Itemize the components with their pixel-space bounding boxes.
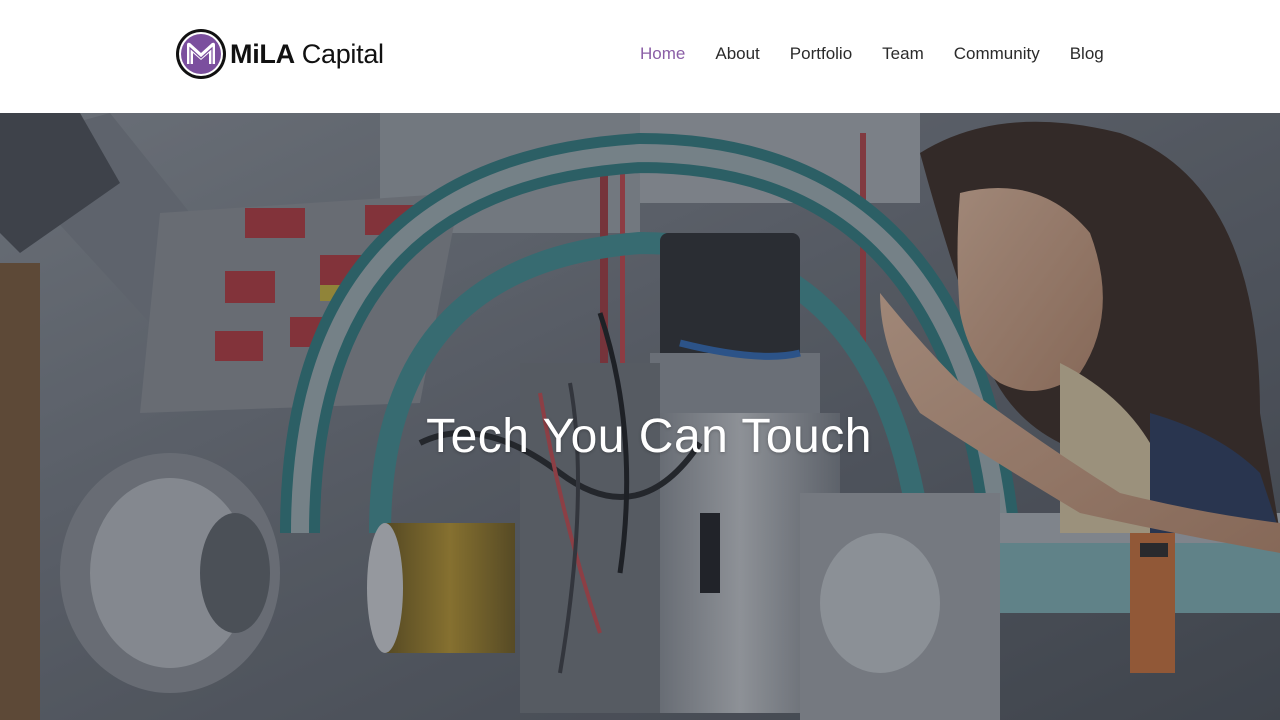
brand-light: Capital: [301, 38, 384, 69]
mila-logo-icon: [176, 29, 226, 79]
hero-section: Tech You Can Touch: [0, 113, 1280, 720]
nav-item-blog[interactable]: Blog: [1070, 40, 1104, 68]
main-nav: Home About Portfolio Team Community Blog: [640, 40, 1104, 68]
nav-item-team[interactable]: Team: [882, 40, 924, 68]
nav-item-community[interactable]: Community: [954, 40, 1040, 68]
nav-item-portfolio[interactable]: Portfolio: [790, 40, 852, 68]
nav-item-home[interactable]: Home: [640, 40, 685, 68]
site-header: MiLA Capital Home About Portfolio Team C…: [0, 0, 1280, 113]
hero-title: Tech You Can Touch: [426, 410, 872, 463]
nav-item-about[interactable]: About: [715, 40, 759, 68]
brand-name: MiLA Capital: [230, 39, 384, 70]
brand-bold: MiLA: [230, 38, 295, 69]
logo-link[interactable]: MiLA Capital: [175, 27, 384, 81]
